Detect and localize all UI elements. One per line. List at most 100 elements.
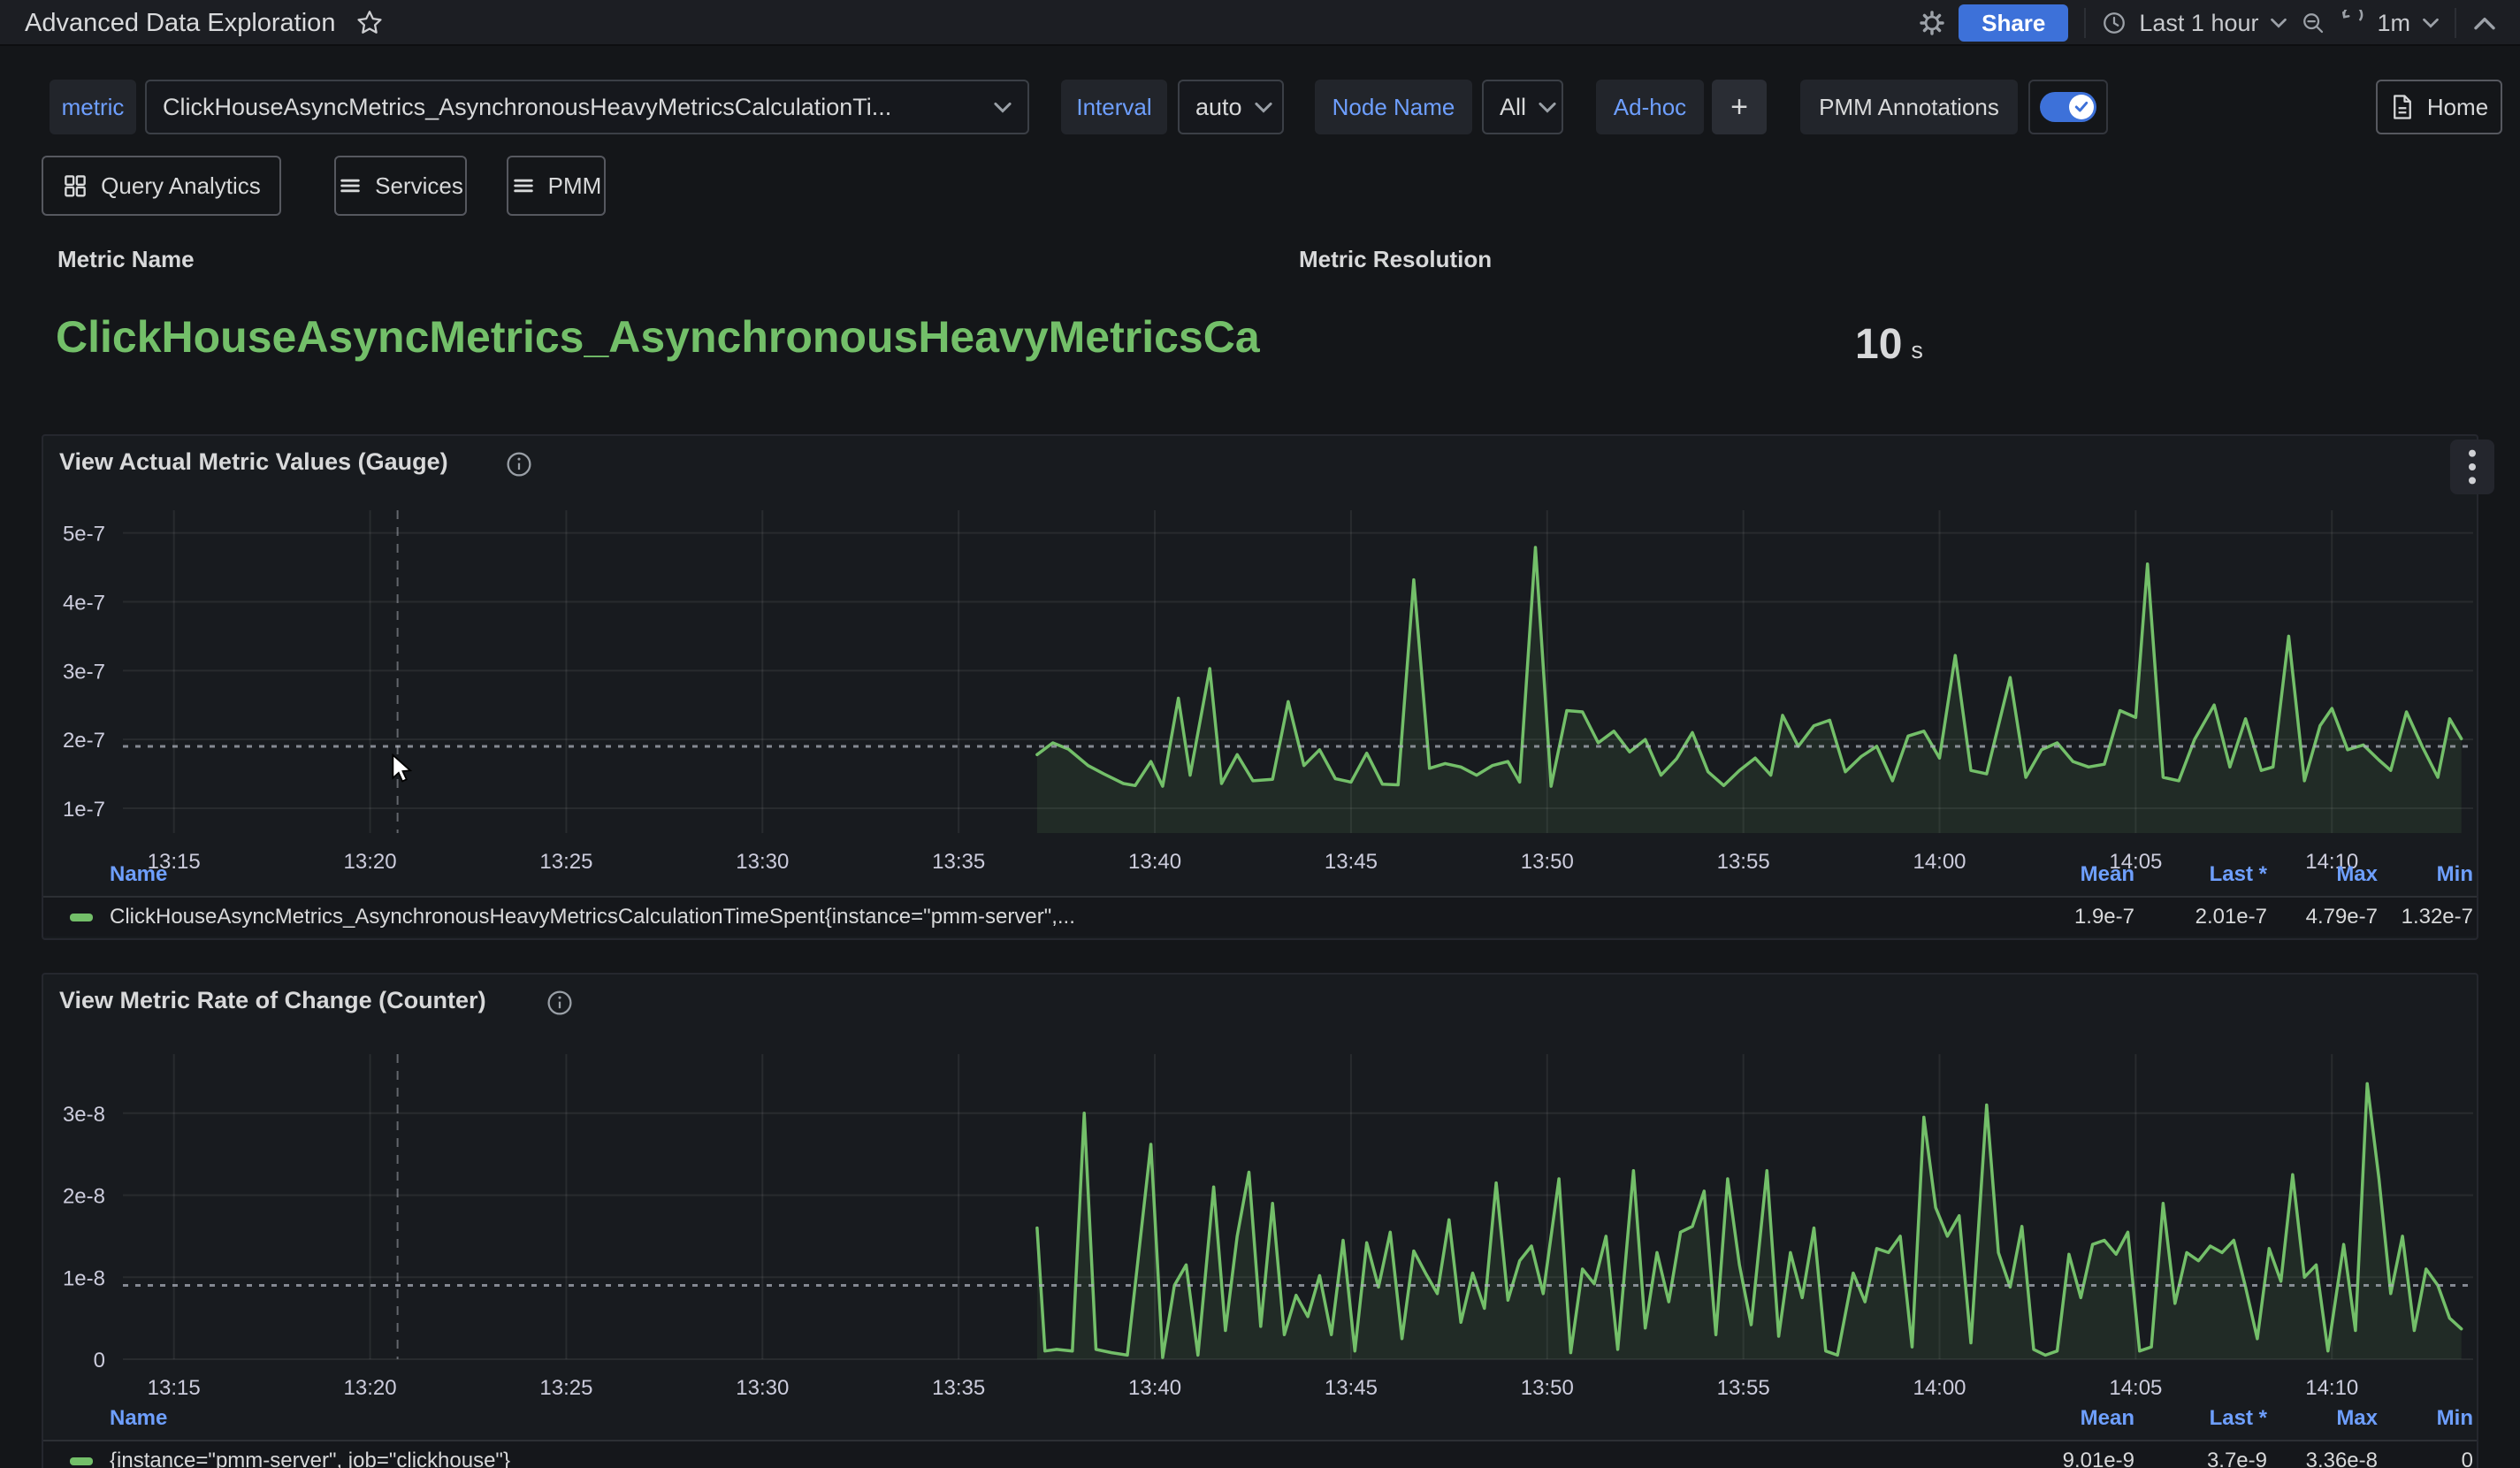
adhoc-filter-label: Ad-hoc bbox=[1596, 80, 1704, 134]
svg-text:13:25: 13:25 bbox=[539, 1376, 592, 1400]
svg-text:14:00: 14:00 bbox=[1913, 1376, 1966, 1400]
info-icon[interactable] bbox=[546, 989, 574, 1021]
interval-variable-value: auto bbox=[1195, 94, 1242, 121]
svg-text:5e-7: 5e-7 bbox=[63, 523, 105, 547]
metric-variable-value: ClickHouseAsyncMetrics_AsynchronousHeavy… bbox=[163, 94, 891, 121]
favorite-star-icon[interactable] bbox=[354, 7, 386, 39]
svg-text:2e-8: 2e-8 bbox=[63, 1185, 105, 1209]
query-analytics-button[interactable]: Query Analytics bbox=[42, 156, 281, 216]
grid-icon bbox=[62, 172, 88, 199]
pmm-button[interactable]: PMM bbox=[507, 156, 606, 216]
svg-text:13:45: 13:45 bbox=[1325, 1376, 1378, 1400]
node-name-variable-label: Node Name bbox=[1315, 80, 1472, 134]
timeseries-chart-counter[interactable]: 13:1513:2013:2513:3013:3513:4013:4513:50… bbox=[123, 1054, 2473, 1359]
home-button[interactable]: Home bbox=[2376, 80, 2502, 134]
services-label: Services bbox=[375, 172, 463, 200]
refresh-icon[interactable] bbox=[2333, 4, 2371, 42]
services-button[interactable]: Services bbox=[334, 156, 467, 216]
svg-text:13:50: 13:50 bbox=[1521, 850, 1574, 874]
document-icon bbox=[2390, 94, 2415, 120]
interval-variable-label: Interval bbox=[1061, 80, 1167, 134]
chevron-up-icon[interactable] bbox=[2465, 4, 2504, 42]
pmm-annotations-toggle-container bbox=[2028, 80, 2108, 134]
zoom-out-icon[interactable] bbox=[2294, 4, 2333, 42]
chevron-down-icon bbox=[981, 102, 1012, 113]
svg-text:13:35: 13:35 bbox=[932, 850, 985, 874]
topbar-actions: Share Last 1 hour 1m bbox=[1913, 0, 2504, 46]
topbar-divider bbox=[2455, 8, 2456, 38]
time-range-picker[interactable]: Last 1 hour bbox=[2139, 10, 2258, 37]
series-min-value: 1.32e-7 bbox=[2296, 905, 2473, 929]
home-button-label: Home bbox=[2427, 94, 2488, 121]
dashboard-screen: Advanced Data Exploration Share bbox=[0, 0, 2520, 1468]
refresh-interval-picker[interactable]: 1m bbox=[2377, 10, 2410, 37]
svg-text:13:40: 13:40 bbox=[1128, 1376, 1181, 1400]
svg-text:13:55: 13:55 bbox=[1717, 1376, 1770, 1400]
panel-menu-kebab-icon[interactable] bbox=[2450, 440, 2494, 494]
svg-text:13:35: 13:35 bbox=[932, 1376, 985, 1400]
panel-title[interactable]: View Metric Rate of Change (Counter) bbox=[59, 987, 486, 1014]
panel-actual-metric-values: View Actual Metric Values (Gauge) 13:151… bbox=[42, 434, 2478, 940]
legend-row[interactable]: {instance="pmm-server", job="clickhouse"… bbox=[43, 1441, 2477, 1468]
chevron-down-icon bbox=[1242, 102, 1272, 113]
series-color-swatch bbox=[70, 1457, 93, 1465]
svg-text:1e-8: 1e-8 bbox=[63, 1266, 105, 1290]
svg-text:13:45: 13:45 bbox=[1325, 850, 1378, 874]
legend-min-header[interactable]: Min bbox=[2296, 1406, 2473, 1431]
chevron-down-icon[interactable] bbox=[2264, 4, 2294, 42]
share-button[interactable]: Share bbox=[1959, 4, 2068, 42]
svg-text:13:30: 13:30 bbox=[736, 1376, 789, 1400]
series-min-value: 0 bbox=[2296, 1449, 2473, 1468]
pmm-annotations-toggle[interactable] bbox=[2040, 92, 2096, 122]
interval-variable-select[interactable]: auto bbox=[1178, 80, 1284, 134]
svg-text:13:40: 13:40 bbox=[1128, 850, 1181, 874]
panel-metric-rate-of-change: View Metric Rate of Change (Counter) 13:… bbox=[42, 973, 2478, 1468]
menu-icon bbox=[338, 173, 363, 198]
query-analytics-label: Query Analytics bbox=[101, 172, 261, 200]
series-label[interactable]: {instance="pmm-server", job="clickhouse"… bbox=[110, 1449, 510, 1468]
resolution-number: 10 bbox=[1855, 320, 1902, 369]
svg-text:13:20: 13:20 bbox=[344, 850, 397, 874]
timeseries-chart-gauge[interactable]: 13:1513:2013:2513:3013:3513:4013:4513:50… bbox=[123, 510, 2473, 833]
svg-text:13:50: 13:50 bbox=[1521, 1376, 1574, 1400]
legend-name-header[interactable]: Name bbox=[110, 1406, 167, 1431]
pmm-annotations-label: PMM Annotations bbox=[1800, 80, 2018, 134]
panel-title[interactable]: View Actual Metric Values (Gauge) bbox=[59, 448, 448, 476]
chevron-down-icon bbox=[1526, 102, 1556, 113]
svg-text:13:30: 13:30 bbox=[736, 850, 789, 874]
svg-text:14:05: 14:05 bbox=[2109, 1376, 2162, 1400]
svg-text:4e-7: 4e-7 bbox=[63, 592, 105, 615]
metric-variable-label: metric bbox=[50, 80, 136, 134]
pmm-label: PMM bbox=[548, 172, 602, 200]
svg-text:2e-7: 2e-7 bbox=[63, 729, 105, 753]
svg-text:13:15: 13:15 bbox=[148, 1376, 201, 1400]
svg-text:14:10: 14:10 bbox=[2305, 1376, 2358, 1400]
settings-gear-icon[interactable] bbox=[1913, 4, 1951, 42]
metric-resolution-heading: Metric Resolution bbox=[1299, 246, 1492, 273]
topbar-divider bbox=[2084, 8, 2086, 38]
menu-icon bbox=[511, 173, 536, 198]
svg-text:1e-7: 1e-7 bbox=[63, 798, 105, 822]
metric-name-value: ClickHouseAsyncMetrics_AsynchronousHeavy… bbox=[56, 311, 1311, 363]
node-name-variable-value: All bbox=[1500, 94, 1526, 121]
legend-name-header[interactable]: Name bbox=[110, 862, 167, 887]
svg-text:13:20: 13:20 bbox=[344, 1376, 397, 1400]
dashboard-title: Advanced Data Exploration bbox=[25, 9, 335, 38]
svg-text:13:55: 13:55 bbox=[1717, 850, 1770, 874]
series-label[interactable]: ClickHouseAsyncMetrics_AsynchronousHeavy… bbox=[110, 905, 1075, 929]
svg-text:3e-8: 3e-8 bbox=[63, 1103, 105, 1127]
clock-icon bbox=[2095, 4, 2134, 42]
metric-name-heading: Metric Name bbox=[57, 246, 195, 273]
node-name-variable-select[interactable]: All bbox=[1482, 80, 1563, 134]
add-adhoc-filter-button[interactable]: + bbox=[1712, 80, 1767, 134]
info-icon[interactable] bbox=[505, 450, 533, 483]
legend-min-header[interactable]: Min bbox=[2296, 862, 2473, 887]
top-navigation-bar: Advanced Data Exploration Share bbox=[0, 0, 2520, 46]
toggle-knob-check-icon bbox=[2069, 95, 2094, 119]
chevron-down-icon[interactable] bbox=[2416, 4, 2446, 42]
metric-variable-select[interactable]: ClickHouseAsyncMetrics_AsynchronousHeavy… bbox=[145, 80, 1029, 134]
legend-row[interactable]: ClickHouseAsyncMetrics_AsynchronousHeavy… bbox=[43, 898, 2477, 937]
series-color-swatch bbox=[70, 914, 93, 921]
svg-text:0: 0 bbox=[94, 1349, 105, 1372]
resolution-unit: s bbox=[1911, 337, 1923, 364]
